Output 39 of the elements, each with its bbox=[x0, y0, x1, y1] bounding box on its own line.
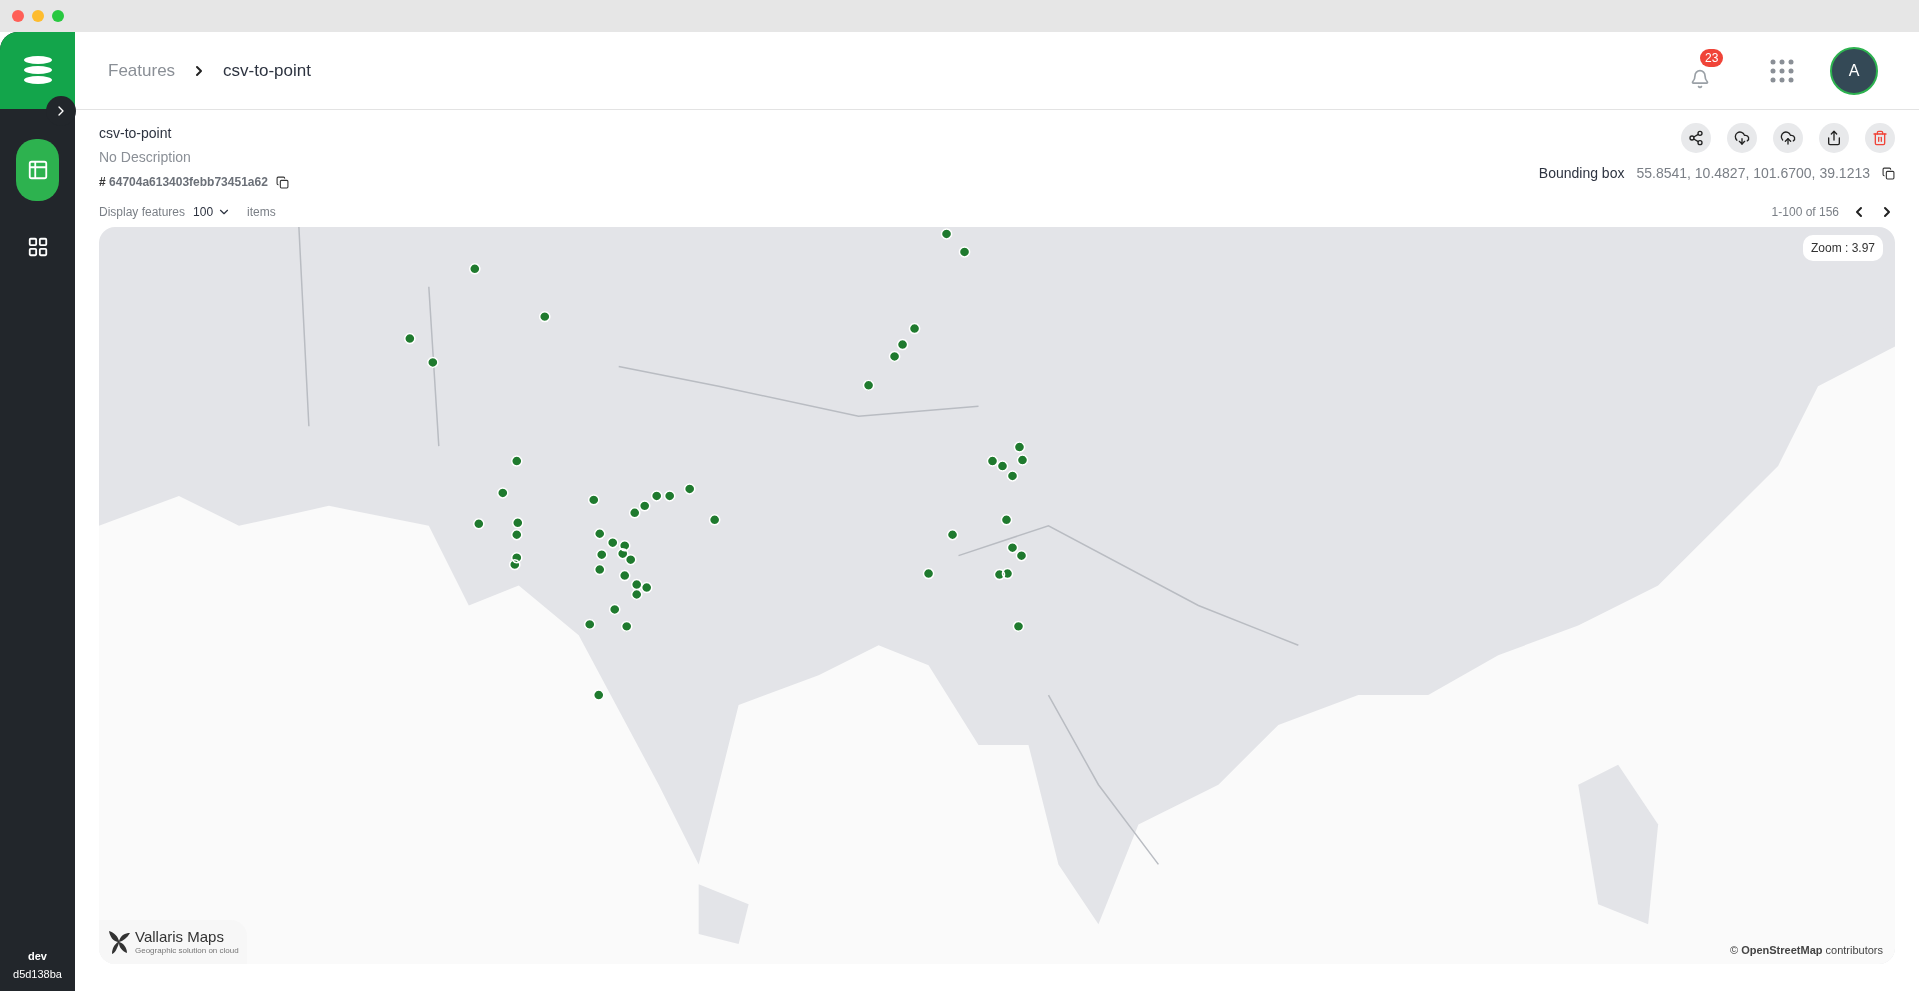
bell-icon bbox=[1690, 68, 1710, 89]
map[interactable]: Zoom : 3.97 Vallaris Maps Geographic solution on cloud © OpenStreetMap contributors bbox=[99, 227, 1895, 964]
export-button[interactable] bbox=[1819, 123, 1849, 153]
bounding-box-label: Bounding box bbox=[1538, 164, 1625, 183]
brand-name: Vallaris Maps bbox=[135, 928, 225, 946]
items-label: items bbox=[247, 204, 276, 221]
export-icon bbox=[1826, 130, 1842, 146]
leaf-logo-icon bbox=[107, 929, 131, 955]
dataset-id: # 64704a613403febb73451a62 bbox=[99, 174, 268, 191]
map-attribution: © OpenStreetMap contributors bbox=[1730, 942, 1883, 958]
apps-grid-icon bbox=[1770, 58, 1794, 83]
share-icon bbox=[1688, 130, 1704, 146]
display-features-label: Display features bbox=[99, 204, 186, 221]
copy-icon[interactable] bbox=[1882, 167, 1895, 180]
table-icon bbox=[26, 159, 49, 181]
page-range: 1-100 of 156 bbox=[1771, 204, 1839, 221]
grid-icon bbox=[26, 235, 49, 258]
download-button[interactable] bbox=[1727, 123, 1757, 153]
copy-icon[interactable] bbox=[275, 175, 289, 189]
page-size-dropdown[interactable]: 100 bbox=[193, 203, 232, 221]
share-button[interactable] bbox=[1681, 123, 1711, 153]
upload-button[interactable] bbox=[1773, 123, 1803, 153]
build-label: d5d138ba bbox=[13, 967, 62, 982]
environment-label: dev bbox=[28, 949, 47, 964]
brand-tagline: Geographic solution on cloud bbox=[135, 946, 239, 956]
notifications-button[interactable]: 23 bbox=[1686, 48, 1734, 93]
zoom-level: Zoom : 3.97 bbox=[1802, 235, 1883, 261]
dataset-title: csv-to-point bbox=[99, 124, 173, 143]
bounding-box-value: 55.8541, 10.4827, 101.6700, 39.1213 bbox=[1636, 164, 1870, 183]
avatar[interactable]: A bbox=[1830, 46, 1878, 95]
sidebar-item[interactable] bbox=[16, 139, 59, 201]
dataset-description: No Description bbox=[99, 148, 192, 167]
trash-icon bbox=[1872, 130, 1888, 146]
cloud-upload-icon bbox=[1780, 130, 1796, 146]
delete-button[interactable] bbox=[1865, 123, 1895, 153]
breadcrumb-current: csv-to-point bbox=[223, 59, 311, 82]
cloud-download-icon bbox=[1734, 130, 1750, 146]
notification-count: 23 bbox=[1700, 48, 1724, 67]
apps-button[interactable] bbox=[1770, 58, 1794, 83]
